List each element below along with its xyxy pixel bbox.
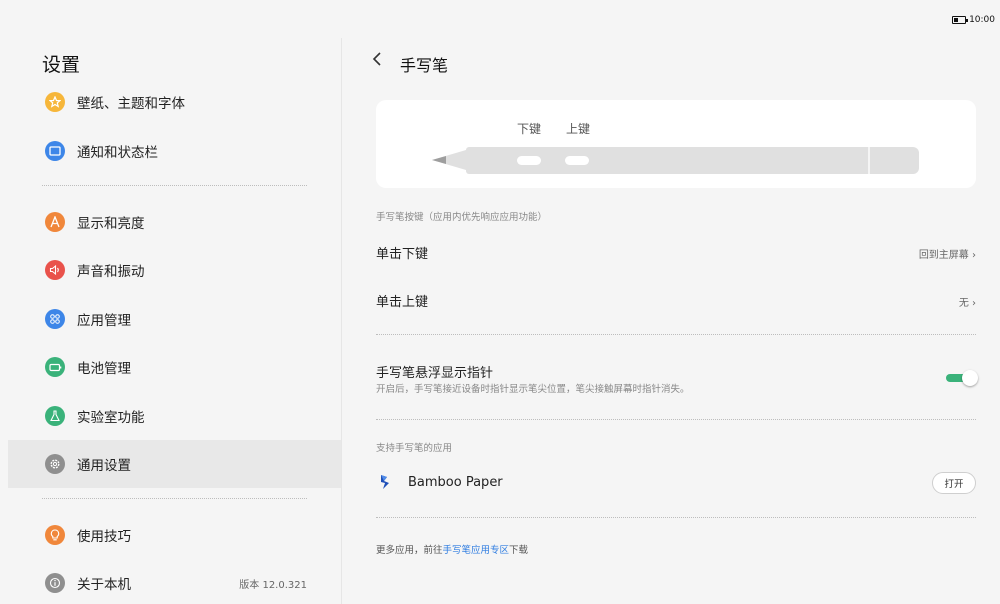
settings-sidebar: 设置 壁纸、主题和字体 通知和状态栏 显示和亮度 声音和振动 应用管理 电池管理… [8,38,341,604]
row-value: 回到主屏幕 › [918,250,976,261]
sidebar-item-notifications[interactable]: 通知和状态栏 [8,127,341,175]
app-name: Bamboo Paper [408,475,503,490]
gear-icon [45,454,65,474]
version-label: 版本 12.0.321 [239,579,307,591]
sidebar-item-label: 通知和状态栏 [77,145,158,161]
sidebar-item-sound[interactable]: 声音和振动 [8,246,341,294]
open-app-button[interactable]: 打开 [932,472,976,494]
hover-pointer-row[interactable]: 手写笔悬浮显示指针 开启后，手写笔接近设备时指针显示笔尖位置，笔尖接触屏幕时指针… [376,358,978,398]
sidebar-item-label: 声音和振动 [77,264,145,280]
sidebar-item-label: 应用管理 [77,313,131,329]
row-label: 单击上键 [376,295,429,310]
status-time: 10:00 [969,15,995,25]
bamboo-paper-icon [380,474,390,490]
footer-prefix: 更多应用，前往 [376,545,443,556]
sidebar-item-label: 实验室功能 [77,410,145,426]
pen-app-zone-link[interactable]: 手写笔应用专区 [443,545,510,556]
sidebar-divider [42,185,307,186]
pen-lower-button [517,156,541,165]
hover-pointer-label: 手写笔悬浮显示指针 [376,366,494,381]
sidebar-item-display[interactable]: 显示和亮度 [8,198,341,246]
sidebar-item-wallpaper-theme-font[interactable]: 壁纸、主题和字体 [8,78,341,126]
sidebar-item-label: 使用技巧 [77,529,131,545]
apps-grid-icon [45,309,65,329]
speaker-icon [45,260,65,280]
sidebar-item-label: 通用设置 [77,458,131,474]
single-click-lower-row[interactable]: 单击下键 回到主屏幕 › [376,234,976,268]
hover-pointer-toggle[interactable] [946,370,978,386]
sidebar-item-label: 壁纸、主题和字体 [77,96,185,112]
sidebar-item-app-management[interactable]: 应用管理 [8,295,341,343]
star-icon [45,92,65,112]
footer-suffix: 下载 [509,545,529,556]
row-label: 单击下键 [376,247,429,262]
status-right: 10:00 [952,15,995,25]
sidebar-item-labs[interactable]: 实验室功能 [8,392,341,440]
sidebar-divider [42,498,307,499]
chevron-left-icon[interactable] [372,51,382,71]
sidebar-item-battery[interactable]: 电池管理 [8,343,341,391]
upper-button-label: 上键 [566,122,591,136]
sidebar-title: 设置 [42,54,81,76]
section-divider [376,334,976,335]
sidebar-item-label: 显示和亮度 [77,216,145,232]
sidebar-item-general-settings[interactable]: 通用设置 [8,440,341,488]
sidebar-item-tips[interactable]: 使用技巧 [8,511,341,559]
page-title: 手写笔 [400,56,449,75]
apps-section-label: 支持手写笔的应用 [376,443,453,454]
screen-icon [45,141,65,161]
detail-pane: 手写笔 下键 上键 手写笔按键（应用内优先响应应用功能） 单击下键 回到主屏幕 … [342,38,1000,604]
section-divider [376,419,976,420]
lower-button-label: 下键 [517,122,542,136]
battery-icon [45,357,65,377]
buttons-section-label: 手写笔按键（应用内优先响应应用功能） [376,212,548,223]
pen-illustration-card: 下键 上键 [376,100,976,188]
info-icon [45,573,65,593]
lightbulb-icon [45,525,65,545]
sidebar-item-label: 电池管理 [77,361,131,377]
single-click-upper-row[interactable]: 单击上键 无 › [376,283,976,317]
hover-pointer-description: 开启后，手写笔接近设备时指针显示笔尖位置，笔尖接触屏幕时指针消失。 [376,384,690,395]
letter-a-icon [45,212,65,232]
status-bar: 10:00 [0,0,1000,38]
sidebar-item-about[interactable]: 关于本机 版本 12.0.321 [8,559,341,604]
toggle-knob [962,370,978,386]
row-value: 无 › [958,298,976,309]
section-divider [376,517,976,518]
more-apps-note: 更多应用，前往手写笔应用专区下载 [376,542,528,556]
pen-upper-button [565,156,589,165]
pen-cap-line [868,147,870,174]
sidebar-item-label: 关于本机 [77,577,131,593]
battery-icon [952,16,969,24]
app-row-bamboo-paper: Bamboo Paper 打开 [376,468,976,498]
flask-icon [45,406,65,426]
